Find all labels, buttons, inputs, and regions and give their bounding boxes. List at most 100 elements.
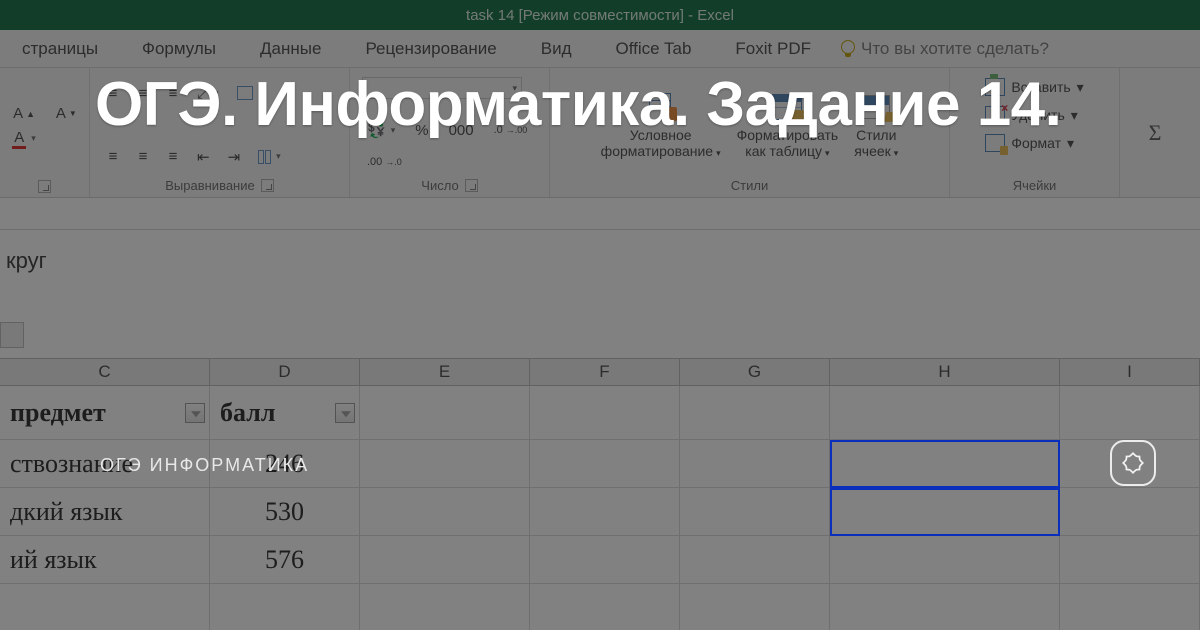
- title-bar: task 14 [Режим совместимости] - Excel: [0, 0, 1200, 30]
- cell[interactable]: [1060, 584, 1200, 630]
- col-header-i[interactable]: I: [1060, 359, 1200, 385]
- decrease-decimal-button[interactable]: .00→.0: [362, 151, 407, 173]
- comma-format-button[interactable]: 000: [444, 119, 479, 141]
- format-as-table-icon: [772, 94, 802, 120]
- align-left-button[interactable]: ≡: [102, 146, 124, 168]
- tell-me[interactable]: Что вы хотите сделать?: [841, 39, 1049, 59]
- percent-format-button[interactable]: %: [410, 119, 433, 141]
- cell[interactable]: 246: [210, 440, 360, 488]
- cell[interactable]: дкий язык: [0, 488, 210, 536]
- autosum-button[interactable]: Σ: [1143, 116, 1168, 149]
- wrap-text-button[interactable]: [232, 82, 258, 104]
- tab-officetab[interactable]: Office Tab: [594, 30, 714, 68]
- table-row: предмет балл: [0, 386, 1200, 440]
- merge-cells-button[interactable]: ▾: [253, 146, 286, 168]
- table-row: [0, 584, 1200, 630]
- selected-range: [830, 440, 1060, 488]
- cell[interactable]: ий язык: [0, 536, 210, 584]
- cell[interactable]: [360, 536, 530, 584]
- accounting-format-button[interactable]: 💱▾: [362, 119, 400, 141]
- tab-foxit[interactable]: Foxit PDF: [713, 30, 833, 68]
- increase-indent-button[interactable]: ⇥: [223, 146, 246, 168]
- number-format-select[interactable]: ▾: [362, 77, 522, 99]
- cell[interactable]: [360, 584, 530, 630]
- cell[interactable]: [530, 536, 680, 584]
- cell[interactable]: [360, 440, 530, 488]
- tab-view[interactable]: Вид: [519, 30, 594, 68]
- cell[interactable]: [530, 488, 680, 536]
- header-cell[interactable]: предмет: [0, 386, 210, 440]
- format-as-table-button[interactable]: Форматировать как таблицу▾: [731, 87, 845, 163]
- cell[interactable]: [0, 584, 210, 630]
- cell[interactable]: [530, 440, 680, 488]
- col-header-d[interactable]: D: [210, 359, 360, 385]
- font-color-button[interactable]: A▾: [7, 128, 41, 150]
- cell[interactable]: [360, 488, 530, 536]
- align-bottom-button[interactable]: ≡: [162, 82, 184, 104]
- align-right-button[interactable]: ≡: [162, 146, 184, 168]
- tab-page-layout[interactable]: страницы: [0, 30, 120, 68]
- cell[interactable]: [210, 584, 360, 630]
- cell-text-okrug: круг: [6, 248, 47, 274]
- cell[interactable]: [530, 584, 680, 630]
- group-alignment-label: Выравнивание: [165, 176, 273, 193]
- cell[interactable]: [1060, 488, 1200, 536]
- group-styles-label: Стили: [731, 176, 768, 193]
- group-number-label: Число: [421, 176, 477, 193]
- formula-bar[interactable]: [0, 198, 1200, 230]
- sigma-icon: Σ: [1149, 120, 1162, 145]
- align-middle-button[interactable]: ≡: [132, 82, 154, 104]
- tab-data[interactable]: Данные: [238, 30, 343, 68]
- col-header-g[interactable]: G: [680, 359, 830, 385]
- col-header-h[interactable]: H: [830, 359, 1060, 385]
- dialog-launcher-icon[interactable]: [465, 179, 478, 192]
- header-cell[interactable]: балл: [210, 386, 360, 440]
- cell[interactable]: 530: [210, 488, 360, 536]
- cell[interactable]: [830, 536, 1060, 584]
- cell[interactable]: [830, 584, 1060, 630]
- group-cells: Вставить ▾ Удалить ▾ Формат ▾ Ячейки: [950, 68, 1120, 197]
- cell[interactable]: [830, 386, 1060, 440]
- filter-dropdown-icon[interactable]: [341, 411, 351, 417]
- cell[interactable]: [530, 386, 680, 440]
- increase-font-button[interactable]: A▲: [7, 103, 41, 125]
- col-header-f[interactable]: F: [530, 359, 680, 385]
- decrease-font-button[interactable]: A▼: [51, 103, 82, 125]
- cell-styles-icon: [862, 95, 890, 119]
- cell[interactable]: [680, 488, 830, 536]
- col-header-c[interactable]: C: [0, 359, 210, 385]
- cell[interactable]: [1060, 386, 1200, 440]
- format-cells-button[interactable]: Формат ▾: [985, 130, 1074, 156]
- decrease-indent-button[interactable]: ⇤: [192, 146, 215, 168]
- tab-formulas[interactable]: Формулы: [120, 30, 238, 68]
- insert-cells-button[interactable]: Вставить ▾: [985, 74, 1083, 100]
- cell[interactable]: [680, 536, 830, 584]
- cell[interactable]: [1060, 440, 1200, 488]
- align-center-button[interactable]: ≡: [132, 146, 154, 168]
- cell[interactable]: [680, 584, 830, 630]
- bulb-icon: [841, 40, 855, 58]
- filter-dropdown-icon[interactable]: [191, 411, 201, 417]
- cell[interactable]: [1060, 536, 1200, 584]
- orientation-button[interactable]: ⤢▾: [192, 82, 224, 104]
- increase-decimal-button[interactable]: .0→.00: [489, 119, 533, 141]
- cell[interactable]: ствознание: [0, 440, 210, 488]
- dialog-launcher-icon[interactable]: [38, 180, 51, 193]
- conditional-formatting-button[interactable]: Условное форматирование▾: [595, 87, 727, 163]
- group-alignment: ≡ ≡ ≡ ⤢▾ ≡ ≡ ≡ ⇤ ⇥ ▾ Выравнивание: [90, 68, 350, 197]
- align-top-button[interactable]: ≡: [102, 82, 124, 104]
- insert-icon: [985, 78, 1005, 96]
- tell-me-label: Что вы хотите сделать?: [861, 39, 1049, 59]
- delete-cells-button[interactable]: Удалить ▾: [985, 102, 1077, 128]
- tab-review[interactable]: Рецензирование: [343, 30, 518, 68]
- col-header-e[interactable]: E: [360, 359, 530, 385]
- cell[interactable]: [680, 440, 830, 488]
- ribbon-tabs: страницы Формулы Данные Рецензирование В…: [0, 30, 1200, 68]
- dialog-launcher-icon[interactable]: [261, 179, 274, 192]
- window-title: task 14 [Режим совместимости] - Excel: [466, 7, 734, 24]
- cell[interactable]: [360, 386, 530, 440]
- row-header-fragment[interactable]: [0, 322, 24, 348]
- cell-styles-button[interactable]: Стили ячеек▾: [848, 87, 904, 163]
- cell[interactable]: [680, 386, 830, 440]
- cell[interactable]: 576: [210, 536, 360, 584]
